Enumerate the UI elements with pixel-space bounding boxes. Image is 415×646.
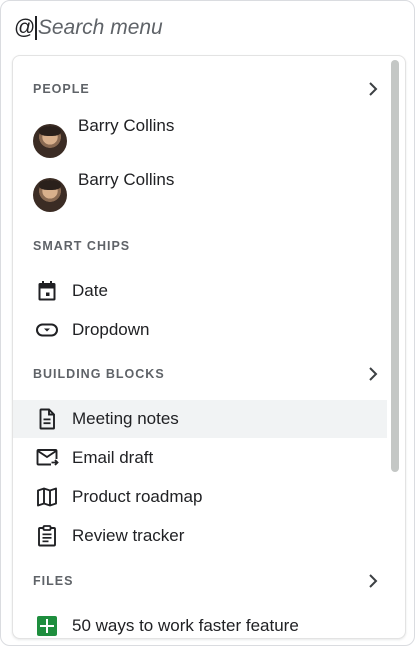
section-title-people: PEOPLE — [33, 82, 90, 96]
person-name: Barry Collins — [78, 170, 175, 189]
avatar — [33, 178, 67, 212]
scrollbar[interactable] — [391, 60, 399, 472]
section-title-files: FILES — [33, 574, 74, 588]
menu-item-product-roadmap[interactable]: Product roadmap — [13, 478, 387, 516]
section-title-smart-chips: SMART CHIPS — [33, 239, 131, 253]
menu-item-dropdown[interactable]: Dropdown — [13, 311, 387, 349]
menu-item-label: Date — [72, 281, 108, 300]
dropdown-chip-icon — [34, 317, 60, 343]
search-input[interactable] — [37, 16, 338, 40]
menu-item-label: Review tracker — [72, 526, 185, 545]
sheets-icon — [34, 613, 60, 638]
menu-item-label: Product roadmap — [72, 487, 203, 506]
section-header-building-blocks[interactable]: BUILDING BLOCKS — [13, 362, 383, 386]
person-item[interactable]: Barry Collins — [13, 170, 387, 218]
menu-item-label: Meeting notes — [72, 409, 179, 428]
insert-menu: PEOPLE Barry Collins Barry Collins SMART… — [12, 55, 406, 639]
avatar — [33, 124, 67, 158]
person-name: Barry Collins — [78, 116, 175, 135]
section-title-building-blocks: BUILDING BLOCKS — [33, 367, 165, 381]
menu-item-meeting-notes[interactable]: Meeting notes — [13, 400, 387, 438]
chevron-right-icon[interactable] — [365, 366, 381, 382]
section-header-people[interactable]: PEOPLE — [13, 77, 383, 101]
menu-frame: @ PEOPLE Barry Collins Barry Collins SMA… — [0, 0, 415, 646]
section-header-files[interactable]: FILES — [13, 569, 383, 593]
document-icon — [34, 406, 60, 432]
text-caret — [35, 16, 37, 40]
person-item[interactable]: Barry Collins — [13, 116, 387, 164]
calendar-icon — [34, 278, 60, 304]
menu-item-email-draft[interactable]: Email draft — [13, 439, 387, 477]
at-symbol: @ — [14, 16, 36, 39]
menu-item-label: Dropdown — [72, 320, 150, 339]
search-bar[interactable]: @ — [14, 11, 338, 45]
menu-item-review-tracker[interactable]: Review tracker — [13, 517, 387, 555]
menu-item-date[interactable]: Date — [13, 272, 387, 310]
chevron-right-icon[interactable] — [365, 573, 381, 589]
section-header-smart-chips: SMART CHIPS — [13, 234, 383, 258]
chevron-right-icon[interactable] — [365, 81, 381, 97]
email-draft-icon — [34, 445, 60, 471]
map-icon — [34, 484, 60, 510]
menu-item-label: 50 ways to work faster feature — [72, 616, 299, 635]
clipboard-icon — [34, 523, 60, 549]
menu-item-label: Email draft — [72, 448, 154, 467]
menu-item-file[interactable]: 50 ways to work faster feature — [13, 607, 387, 638]
